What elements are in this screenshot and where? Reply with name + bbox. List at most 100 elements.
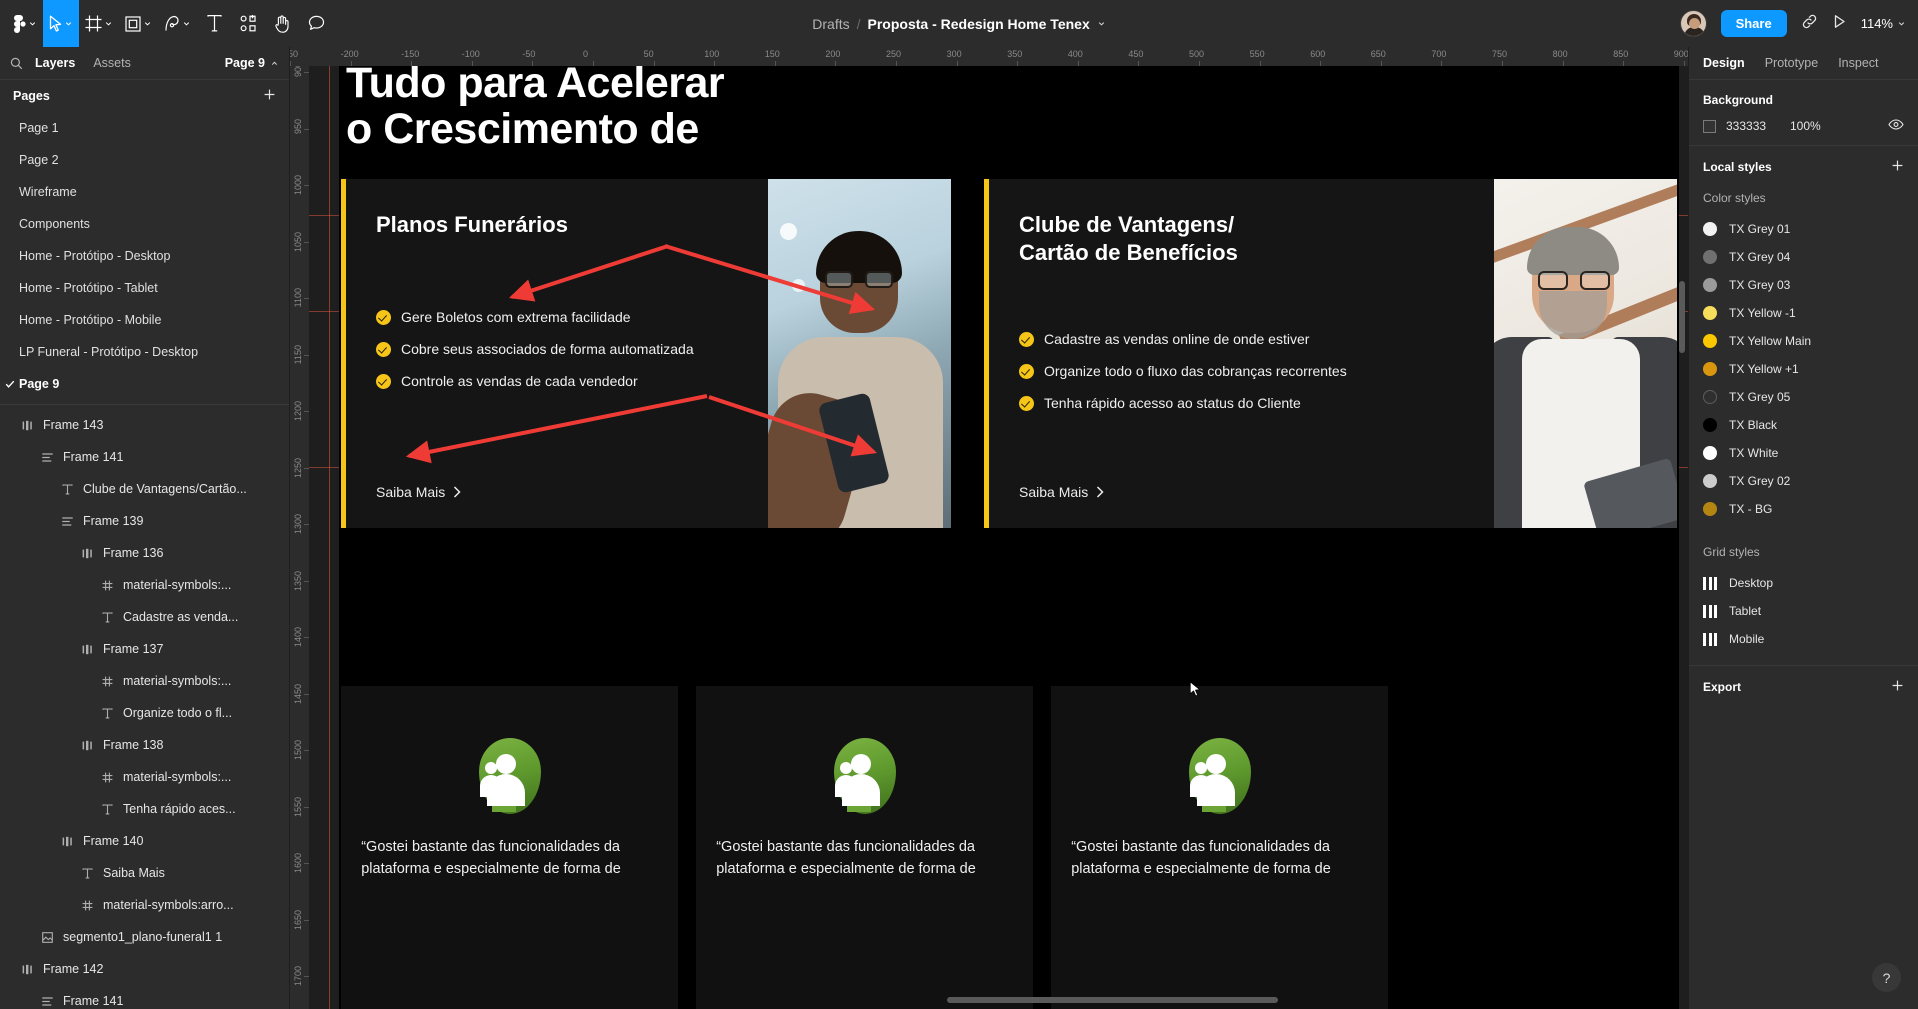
layer-item[interactable]: Tenha rápido aces... [0,793,289,825]
file-name-label[interactable]: Proposta - Redesign Home Tenex [868,16,1090,32]
layer-item-label: Saiba Mais [103,866,165,880]
ruler-tick-label: 600 [1310,49,1326,59]
testimonial-card[interactable]: “Gostei bastante das funcionalidades da … [341,686,678,1009]
add-page-button[interactable] [263,88,276,104]
grid-style-item[interactable]: Desktop [1703,569,1904,597]
color-style-item[interactable]: TX White [1703,439,1904,467]
page-item-wireframe[interactable]: Wireframe [0,176,289,208]
layer-item[interactable]: Clube de Vantagens/Cartão... [0,473,289,505]
layer-item[interactable]: Frame 141 [0,441,289,473]
tab-design[interactable]: Design [1703,56,1745,70]
hand-tool-button[interactable] [265,0,299,47]
page-item-home-prot-tipo-tablet[interactable]: Home - Protótipo - Tablet [0,272,289,304]
layer-item[interactable]: material-symbols:... [0,569,289,601]
tab-inspect[interactable]: Inspect [1838,56,1878,70]
comment-tool-button[interactable] [299,0,333,47]
testimonial-card[interactable]: “Gostei bastante das funcionalidades da … [1051,686,1388,1009]
color-style-item[interactable]: TX Yellow +1 [1703,355,1904,383]
layer-item[interactable]: Frame 137 [0,633,289,665]
canvas-vertical-scrollbar[interactable] [1679,281,1685,353]
present-play-icon[interactable] [1832,14,1847,34]
card-planos-funerarios[interactable]: Planos Funerários Gere Boletos com extre… [341,179,951,528]
testimonial-card[interactable]: “Gostei bastante das funcionalidades da … [696,686,1033,1009]
local-styles-header: Local styles [1703,159,1904,175]
page-item-page-1[interactable]: Page 1 [0,112,289,144]
color-swatch-icon [1703,334,1717,348]
chevron-down-icon[interactable] [1097,19,1106,28]
move-tool-button[interactable] [43,0,79,47]
color-style-item[interactable]: TX Yellow Main [1703,327,1904,355]
frame-tool-button[interactable] [79,0,119,47]
breadcrumb-project[interactable]: Drafts [812,16,849,32]
layer-item[interactable]: Frame 139 [0,505,289,537]
page-item-home-prot-tipo-desktop[interactable]: Home - Protótipo - Desktop [0,240,289,272]
layer-item[interactable]: Cadastre as venda... [0,601,289,633]
color-style-item[interactable]: TX Grey 02 [1703,467,1904,495]
card-clube-de-vantagens[interactable]: Clube de Vantagens/ Cartão de Benefícios… [984,179,1677,528]
page-selector[interactable]: Page 9 [225,56,279,70]
search-icon[interactable] [10,57,23,70]
tab-prototype[interactable]: Prototype [1765,56,1819,70]
add-export-button[interactable] [1891,679,1904,695]
feature-label: Cobre seus associados de forma automatiz… [401,341,694,357]
link-icon[interactable] [1801,13,1818,35]
layer-item[interactable]: Frame 143 [0,409,289,441]
color-style-item[interactable]: TX Grey 01 [1703,215,1904,243]
pen-tool-button[interactable] [158,0,197,47]
zoom-level-selector[interactable]: 114% [1861,16,1906,31]
text-tool-button[interactable] [197,0,231,47]
ruler-tick-label: 1350 [293,570,303,591]
page-item-page-2[interactable]: Page 2 [0,144,289,176]
layer-item[interactable]: Frame 141 [0,985,289,1009]
help-button[interactable]: ? [1872,963,1901,992]
background-color-swatch[interactable] [1703,119,1716,133]
add-style-button[interactable] [1891,159,1904,175]
component-layer-icon [97,772,117,783]
color-style-item[interactable]: TX Black [1703,411,1904,439]
guide-vertical [329,66,330,1009]
layer-item[interactable]: Frame 138 [0,729,289,761]
background-hex-value[interactable]: 333333 [1726,119,1790,133]
grid-style-item[interactable]: Mobile [1703,625,1904,653]
share-button[interactable]: Share [1720,10,1787,37]
saiba-mais-link-1[interactable]: Saiba Mais [376,484,461,500]
layer-item[interactable]: Frame 140 [0,825,289,857]
layer-item[interactable]: Saiba Mais [0,857,289,889]
ruler-tick-label: 1600 [293,853,303,874]
figma-menu-button[interactable] [8,0,43,47]
shape-tool-button[interactable] [119,0,158,47]
layer-item[interactable]: Frame 136 [0,537,289,569]
color-style-item[interactable]: TX Grey 03 [1703,271,1904,299]
layer-item[interactable]: Frame 142 [0,953,289,985]
color-style-item[interactable]: TX Grey 04 [1703,243,1904,271]
artboard-frame-143[interactable]: Tudo para Acelerar o Crescimento de Plan… [339,66,1679,1009]
color-style-label: TX Grey 02 [1729,474,1791,488]
layer-item[interactable]: material-symbols:arro... [0,889,289,921]
color-swatch-icon [1703,222,1717,236]
layer-item[interactable]: material-symbols:... [0,665,289,697]
company-logo-icon [478,738,541,814]
background-opacity-value[interactable]: 100% [1790,119,1821,133]
page-item-lp-funeral-prot-tipo-desktop[interactable]: LP Funeral - Protótipo - Desktop [0,336,289,368]
page-item-page-9[interactable]: Page 9 [0,368,289,400]
resources-tool-button[interactable] [231,0,265,47]
page-item-home-prot-tipo-mobile[interactable]: Home - Protótipo - Mobile [0,304,289,336]
layer-item[interactable]: material-symbols:... [0,761,289,793]
color-style-item[interactable]: TX Yellow -1 [1703,299,1904,327]
color-style-item[interactable]: TX Grey 05 [1703,383,1904,411]
canvas-horizontal-scrollbar[interactable] [947,997,1278,1003]
color-style-item[interactable]: TX - BG [1703,495,1904,523]
tab-layers[interactable]: Layers [35,56,75,70]
grid-style-item[interactable]: Tablet [1703,597,1904,625]
design-canvas[interactable]: Tudo para Acelerar o Crescimento de Plan… [309,66,1688,1009]
tab-assets[interactable]: Assets [93,56,131,70]
avatar[interactable] [1679,10,1707,37]
ruler-tick-label: -200 [340,49,359,59]
layer-item[interactable]: Organize todo o fl... [0,697,289,729]
visibility-eye-icon[interactable] [1888,119,1904,133]
saiba-mais-link-2[interactable]: Saiba Mais [1019,484,1104,500]
layer-item[interactable]: segmento1_plano-funeral1 1 [0,921,289,953]
page-item-components[interactable]: Components [0,208,289,240]
ruler-tick-label: 1000 [293,175,303,196]
saiba-mais-label: Saiba Mais [376,484,446,500]
